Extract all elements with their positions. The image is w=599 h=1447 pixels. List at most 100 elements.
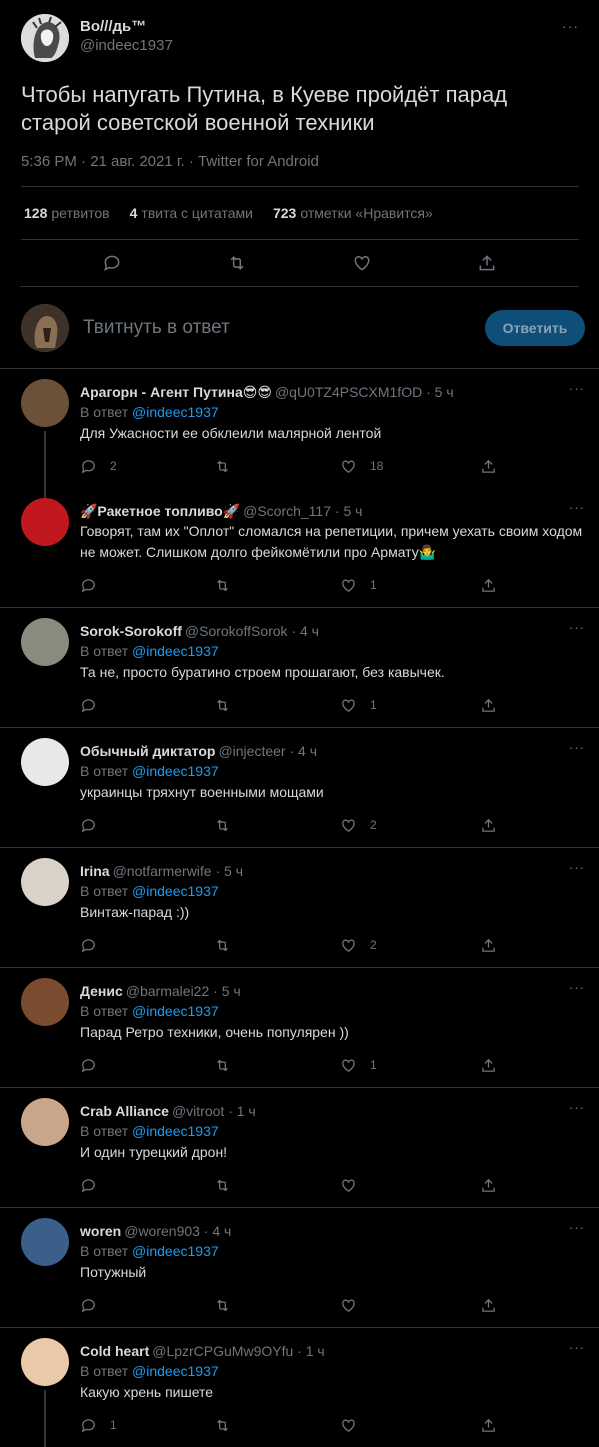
reply-avatar[interactable] [21, 379, 69, 427]
more-options-icon[interactable]: ··· [569, 1220, 585, 1235]
more-options-icon[interactable]: ··· [569, 740, 585, 755]
reply-tweet[interactable]: Cold heart @LpzrCPGuMw9OYfu · 1 ч ··· В о… [0, 1328, 599, 1447]
reply-tweet[interactable]: Sorok-Sorokoff @SorokoffSorok · 4 ч ··· В… [0, 608, 599, 728]
reply-author-handle[interactable]: @barmalei22 [126, 983, 209, 999]
reply-author-handle[interactable]: @injecteer [218, 743, 285, 759]
reply-author-name[interactable]: Crab Alliance [80, 1103, 169, 1119]
share-action[interactable] [480, 1417, 497, 1434]
more-options-icon[interactable]: ··· [569, 381, 585, 396]
replying-to-handle[interactable]: @indeec1937 [132, 1003, 219, 1019]
replying-to-handle[interactable]: @indeec1937 [132, 1123, 219, 1139]
replying-to-handle[interactable]: @indeec1937 [132, 1243, 219, 1259]
reply-author-name[interactable]: Арагорн - Агент Путина😎😎 [80, 384, 272, 400]
share-action[interactable] [480, 1057, 497, 1074]
more-options-icon[interactable]: ··· [569, 1100, 585, 1115]
reply-author-name[interactable]: woren [80, 1223, 121, 1239]
reply-avatar[interactable] [21, 1098, 69, 1146]
retweet-action[interactable] [214, 458, 340, 475]
reply-time[interactable]: · 4 ч [289, 743, 317, 759]
reply-time[interactable]: · 4 ч [204, 1223, 232, 1239]
reply-author-handle[interactable]: @Scorch_117 [243, 503, 331, 519]
reply-author-handle[interactable]: @qU0TZ4PSCXM1fOD [275, 384, 422, 400]
reply-author-name[interactable]: 🚀Ракетное топливо🚀 [80, 503, 240, 519]
more-options-icon[interactable]: ··· [569, 500, 585, 515]
reply-time[interactable]: · 5 ч [335, 503, 363, 519]
reply-action[interactable] [80, 1297, 214, 1314]
reply-avatar[interactable] [21, 738, 69, 786]
retweet-action[interactable] [214, 1057, 340, 1074]
like-action[interactable]: 1 [340, 697, 480, 714]
author-handle[interactable]: @indeec1937 [80, 37, 173, 54]
retweet-action[interactable] [214, 817, 340, 834]
reply-author-handle[interactable]: @notfarmerwife [113, 863, 212, 879]
retweet-action[interactable] [214, 1297, 340, 1314]
reply-action[interactable] [80, 817, 214, 834]
like-action[interactable] [340, 1417, 480, 1434]
reply-action[interactable]: 1 [80, 1417, 214, 1434]
replying-to-handle[interactable]: @indeec1937 [132, 1363, 219, 1379]
reply-action[interactable] [80, 1057, 214, 1074]
retweet-action[interactable] [214, 1177, 340, 1194]
reply-action[interactable] [80, 577, 214, 594]
reply-time[interactable]: · 1 ч [297, 1343, 325, 1359]
retweet-icon[interactable] [226, 252, 248, 274]
like-action[interactable]: 18 [340, 458, 480, 475]
retweet-action[interactable] [214, 1417, 340, 1434]
like-action[interactable]: 2 [340, 937, 480, 954]
reply-author-name[interactable]: Sorok-Sorokoff [80, 623, 182, 639]
reply-time[interactable]: · 5 ч [216, 863, 244, 879]
replying-to-handle[interactable]: @indeec1937 [132, 883, 219, 899]
reply-tweet[interactable]: woren @woren903 · 4 ч ··· В ответ @indeec… [0, 1208, 599, 1328]
reply-action[interactable] [80, 697, 214, 714]
like-icon[interactable] [351, 252, 373, 274]
reply-author-name[interactable]: Денис [80, 983, 123, 999]
reply-action[interactable] [80, 937, 214, 954]
reply-tweet[interactable]: Crab Alliance @vitroot · 1 ч ··· В ответ … [0, 1088, 599, 1208]
reply-author-name[interactable]: Обычный диктатор [80, 743, 215, 759]
likes-stat[interactable]: 723 отметки «Нравится» [273, 205, 433, 221]
like-action[interactable]: 2 [340, 817, 480, 834]
reply-tweet[interactable]: 🚀Ракетное топливо🚀 @Scorch_117 · 5 ч ··· … [0, 488, 599, 608]
reply-input[interactable]: Твитнуть в ответ [83, 317, 485, 339]
reply-tweet[interactable]: Обычный диктатор @injecteer · 4 ч ··· В о… [0, 728, 599, 848]
share-action[interactable] [480, 937, 497, 954]
reply-time[interactable]: · 4 ч [291, 623, 319, 639]
more-options-icon[interactable]: ··· [569, 860, 585, 875]
author-avatar[interactable] [21, 14, 69, 62]
retweet-action[interactable] [214, 697, 340, 714]
reply-button[interactable]: Ответить [485, 309, 585, 346]
reply-author-handle[interactable]: @vitroot [172, 1103, 224, 1119]
share-action[interactable] [480, 697, 497, 714]
share-icon[interactable] [476, 252, 498, 274]
current-user-avatar[interactable] [21, 303, 69, 352]
author-name[interactable]: Во///дь™ [80, 18, 173, 35]
like-action[interactable] [340, 1297, 480, 1314]
reply-author-handle[interactable]: @LpzrCPGuMw9OYfu [152, 1343, 293, 1359]
reply-tweet[interactable]: Денис @barmalei22 · 5 ч ··· В ответ @inde… [0, 968, 599, 1088]
reply-avatar[interactable] [21, 1338, 69, 1386]
retweets-stat[interactable]: 128 ретвитов [24, 205, 110, 221]
reply-time[interactable]: · 5 ч [426, 384, 454, 400]
retweet-action[interactable] [214, 577, 340, 594]
reply-avatar[interactable] [21, 858, 69, 906]
like-action[interactable]: 1 [340, 577, 480, 594]
quotes-stat[interactable]: 4 твита с цитатами [130, 205, 253, 221]
like-action[interactable]: 1 [340, 1057, 480, 1074]
share-action[interactable] [480, 817, 497, 834]
like-action[interactable] [340, 1177, 480, 1194]
reply-avatar[interactable] [21, 978, 69, 1026]
more-options-icon[interactable]: ··· [569, 980, 585, 995]
share-action[interactable] [480, 458, 497, 475]
more-options-icon[interactable]: ··· [569, 620, 585, 635]
reply-icon[interactable] [101, 252, 123, 274]
more-options-icon[interactable]: ··· [569, 1340, 585, 1355]
reply-avatar[interactable] [21, 498, 69, 546]
replying-to-handle[interactable]: @indeec1937 [132, 763, 219, 779]
reply-time[interactable]: · 1 ч [228, 1103, 256, 1119]
reply-avatar[interactable] [21, 618, 69, 666]
reply-author-handle[interactable]: @SorokoffSorok [185, 623, 288, 639]
share-action[interactable] [480, 1297, 497, 1314]
share-action[interactable] [480, 577, 497, 594]
reply-author-name[interactable]: Irina [80, 863, 110, 879]
reply-author-name[interactable]: Cold heart [80, 1343, 149, 1359]
